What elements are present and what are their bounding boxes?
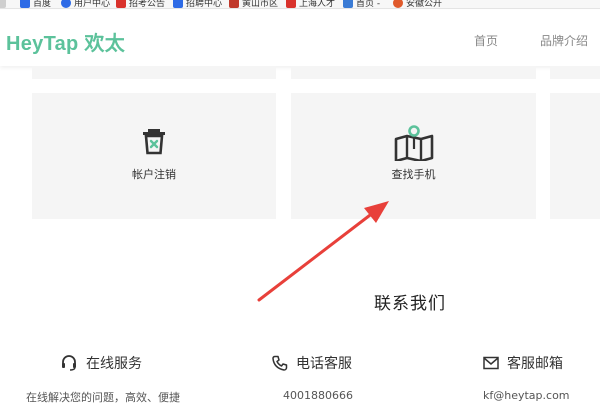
mail-service-link[interactable]: 客服邮箱 (483, 353, 563, 373)
service-description: 在线解决您的问题，高效、便捷 (26, 391, 180, 404)
service-label: 电话客服 (296, 356, 352, 372)
service-description: kf@heytap.com (483, 389, 570, 402)
phone-service-link[interactable]: 电话客服 (272, 353, 352, 373)
annotation-arrow (257, 201, 389, 302)
service-description: 4001880666 (283, 389, 353, 402)
service-label: 客服邮箱 (507, 356, 563, 372)
service-label: 在线服务 (86, 356, 142, 372)
contact-title: 联系我们 (374, 294, 446, 314)
headset-icon (62, 355, 76, 371)
phone-icon (272, 355, 288, 371)
online-service-link[interactable]: 在线服务 (60, 353, 142, 373)
mail-icon (483, 356, 499, 370)
